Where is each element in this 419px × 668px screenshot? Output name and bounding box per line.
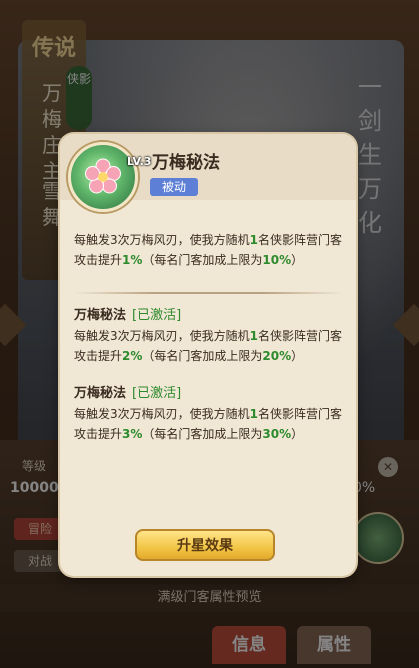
star-effect-title: 万梅秘法 [已激活] <box>74 306 344 326</box>
section-divider <box>74 292 344 294</box>
star-upgrade-effect-button[interactable]: 升星效果 <box>135 529 275 561</box>
desc-text: ） <box>291 427 304 441</box>
skill-type-badge: 被动 <box>150 178 198 196</box>
desc-text: ） <box>291 349 304 363</box>
star-effect-text: 每触发3次万梅风刃，使我方随机1名侠影阵营门客攻击提升3%（每名门客加成上限为3… <box>74 404 344 444</box>
star-effect-1: 万梅秘法 [已激活] 每触发3次万梅风刃，使我方随机1名侠影阵营门客攻击提升2%（… <box>74 306 344 366</box>
desc-text: 每触发3次万梅风刃，使我方随机 <box>74 233 250 247</box>
desc-text: （每名门客加成上限为 <box>142 349 263 363</box>
desc-cap: 10% <box>262 253 292 267</box>
desc-boost: 2% <box>122 349 143 363</box>
desc-cap: 20% <box>262 349 292 363</box>
star-effect-2: 万梅秘法 [已激活] 每触发3次万梅风刃，使我方随机1名侠影阵营门客攻击提升3%（… <box>74 384 344 444</box>
desc-text: 每触发3次万梅风刃，使我方随机 <box>74 407 250 421</box>
desc-boost: 1% <box>122 253 143 267</box>
skill-detail-popup: LV.3 万梅秘法 被动 每触发3次万梅风刃，使我方随机1名侠影阵营门客攻击提升… <box>60 134 356 576</box>
desc-count: 1 <box>249 233 258 247</box>
desc-text: ） <box>291 253 304 267</box>
skill-name: 万梅秘法 <box>152 153 220 173</box>
star-effect-title: 万梅秘法 [已激活] <box>74 384 344 404</box>
star-effect-status: [已激活] <box>132 386 182 401</box>
star-effect-status: [已激活] <box>132 308 182 323</box>
desc-text: （每名门客加成上限为 <box>142 427 263 441</box>
star-effect-text: 每触发3次万梅风刃，使我方随机1名侠影阵营门客攻击提升2%（每名门客加成上限为2… <box>74 326 344 366</box>
plum-blossom-icon <box>85 158 121 194</box>
desc-boost: 3% <box>122 427 143 441</box>
desc-cap: 30% <box>262 427 292 441</box>
skill-icon: LV.3 <box>68 142 151 212</box>
desc-count: 1 <box>249 407 258 421</box>
star-effect-name: 万梅秘法 <box>74 308 127 323</box>
desc-text: 每触发3次万梅风刃，使我方随机 <box>74 329 250 343</box>
star-effect-name: 万梅秘法 <box>74 386 127 401</box>
skill-description: 每触发3次万梅风刃，使我方随机1名侠影阵营门客攻击提升1%（每名门客加成上限为1… <box>74 230 344 270</box>
skill-level-badge: LV.3 <box>127 155 152 168</box>
desc-count: 1 <box>249 329 258 343</box>
desc-text: （每名门客加成上限为 <box>142 253 263 267</box>
